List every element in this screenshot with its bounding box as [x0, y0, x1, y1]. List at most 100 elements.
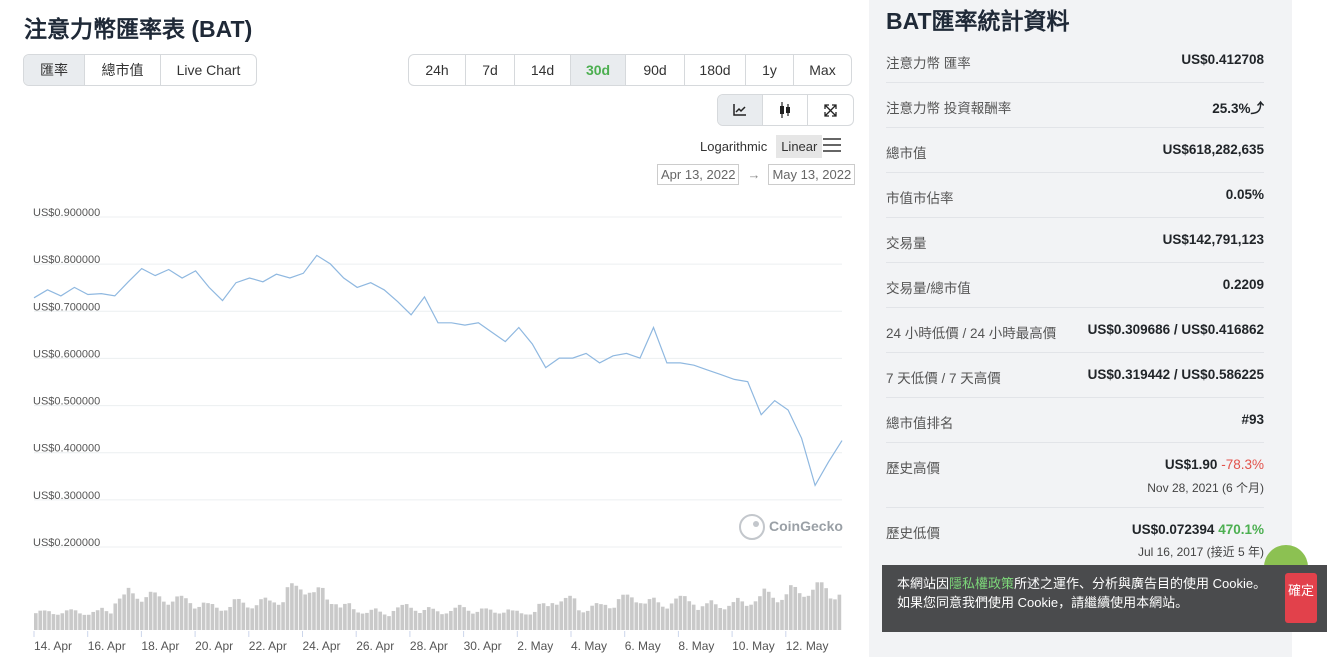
fullscreen-button[interactable]: [808, 95, 853, 125]
range-14d-button[interactable]: 14d: [515, 55, 571, 85]
volume-bar: [201, 602, 206, 630]
stat-label: 7 天低價 / 7 天高價: [886, 371, 1001, 386]
volume-bar: [431, 608, 435, 630]
stat-row-dominance: 市值市佔率 0.05%: [886, 173, 1264, 218]
volume-bar: [590, 605, 594, 630]
chart-grid: [34, 216, 842, 548]
range-24h-button[interactable]: 24h: [409, 55, 466, 85]
volume-bar: [426, 607, 431, 630]
volume-bar: [276, 604, 281, 630]
tab-live-chart[interactable]: Live Chart: [161, 55, 256, 85]
volume-bar: [793, 586, 798, 630]
volume-bar: [104, 611, 109, 630]
range-30d-button[interactable]: 30d: [571, 55, 626, 85]
date-to-input[interactable]: May 13, 2022: [768, 164, 856, 185]
range-max-button[interactable]: Max: [794, 55, 851, 85]
volume-bar: [166, 604, 171, 630]
stat-value: 25.3%⤴: [1212, 101, 1264, 116]
volume-bar: [802, 596, 806, 630]
logarithmic-toggle[interactable]: Logarithmic: [695, 135, 772, 158]
y-tick-label: US$0.500000: [33, 396, 100, 408]
volume-bar: [775, 602, 780, 630]
cookie-text-pre: 本網站因: [897, 576, 950, 591]
watermark-text: CoinGecko: [769, 518, 843, 534]
stat-row-volume: 交易量 US$142,791,123: [886, 218, 1264, 263]
volume-bar: [139, 601, 144, 630]
date-from-input[interactable]: Apr 13, 2022: [657, 164, 740, 185]
privacy-policy-link[interactable]: 隱私權政策: [949, 576, 1014, 591]
volume-bar: [56, 614, 60, 630]
x-tick-label: 14. Apr: [34, 639, 72, 653]
range-180d-button[interactable]: 180d: [685, 55, 746, 85]
volume-bar: [64, 610, 69, 630]
volume-bar: [749, 604, 753, 630]
date-arrow: →: [747, 167, 761, 182]
volume-bar: [404, 604, 409, 630]
tab-market-cap[interactable]: 總市值: [85, 55, 161, 85]
volume-bar: [819, 582, 824, 630]
x-tick-label: 2. May: [517, 639, 553, 653]
volume-bar: [634, 602, 639, 630]
volume-bar: [444, 613, 449, 630]
page-root: 注意力幣匯率表 (BAT) 匯率 總市值 Live Chart 24h 7d 1…: [0, 0, 1327, 657]
volume-bar: [126, 587, 131, 630]
scale-toggle: Logarithmic Linear: [695, 135, 823, 158]
volume-bar: [466, 610, 471, 630]
volume-bar: [325, 599, 330, 630]
volume-bar: [320, 587, 325, 630]
volume-bar: [197, 606, 201, 630]
y-tick-label: US$0.600000: [33, 348, 100, 360]
volume-bar: [69, 609, 73, 630]
candlestick-button[interactable]: [763, 95, 808, 125]
candlestick-icon: [780, 102, 790, 118]
chart-type-tabs: 匯率 總市值 Live Chart: [23, 54, 257, 86]
volume-bar: [563, 597, 568, 630]
volume-bar: [585, 610, 590, 630]
volume-bar: [727, 605, 731, 630]
cookie-accept-button[interactable]: 確定: [1285, 573, 1317, 623]
volume-bar: [506, 609, 511, 630]
linear-toggle[interactable]: Linear: [776, 135, 823, 158]
volume-bar: [532, 611, 537, 630]
stat-label: 總市值排名: [886, 416, 954, 431]
y-tick-label: US$0.200000: [33, 537, 100, 549]
volume-bar: [316, 587, 321, 630]
x-axis-labels: 14. Apr 16. Apr 18. Apr 20. Apr 22. Apr 24. A…: [33, 631, 828, 653]
stat-row-rank: 總市值排名 #93: [886, 398, 1264, 443]
y-tick-label: US$0.400000: [33, 443, 100, 455]
volume-bar: [351, 609, 356, 630]
volume-bar: [78, 613, 82, 630]
volume-bar: [365, 612, 369, 630]
stat-label: 市值市佔率: [886, 191, 954, 206]
volume-bar: [387, 616, 391, 630]
volume-bar: [528, 614, 533, 630]
volume-bar: [683, 596, 687, 630]
stat-value: US$142,791,123: [1162, 232, 1264, 247]
line-chart-button[interactable]: [718, 95, 763, 125]
range-90d-button[interactable]: 90d: [626, 55, 685, 85]
volume-bar: [669, 603, 674, 630]
range-7d-button[interactable]: 7d: [466, 55, 515, 85]
volume-bar: [462, 607, 466, 630]
atl-change: 470.1%: [1218, 522, 1264, 537]
stat-row-roi: 注意力幣 投資報酬率 25.3%⤴: [886, 83, 1264, 128]
volume-bar: [312, 592, 316, 630]
volume-bar: [113, 603, 118, 630]
x-tick-label: 20. Apr: [195, 639, 233, 653]
stat-row-atl: 歷史低價 US$0.072394 470.1% Jul 16, 2017 (接近…: [886, 508, 1264, 563]
stat-label: 注意力幣 投資報酬率: [886, 101, 1012, 116]
stat-row-24h-range: 24 小時低價 / 24 小時最高價 US$0.309686 / US$0.41…: [886, 308, 1264, 353]
stat-label: 歷史高價: [886, 461, 940, 476]
volume-bar: [307, 592, 312, 630]
chart-menu-icon[interactable]: [823, 138, 841, 156]
stat-value: US$0.072394 470.1%: [1132, 522, 1264, 537]
volume-bar: [797, 593, 802, 630]
volume-bar: [34, 613, 38, 630]
tab-price[interactable]: 匯率: [24, 55, 85, 85]
stat-value: US$0.319442 / US$0.586225: [1087, 367, 1264, 382]
volume-bar: [780, 599, 784, 630]
volume-bar: [453, 607, 458, 630]
range-1y-button[interactable]: 1y: [746, 55, 794, 85]
stat-label: 交易量: [886, 236, 927, 251]
volume-bar: [537, 603, 541, 630]
